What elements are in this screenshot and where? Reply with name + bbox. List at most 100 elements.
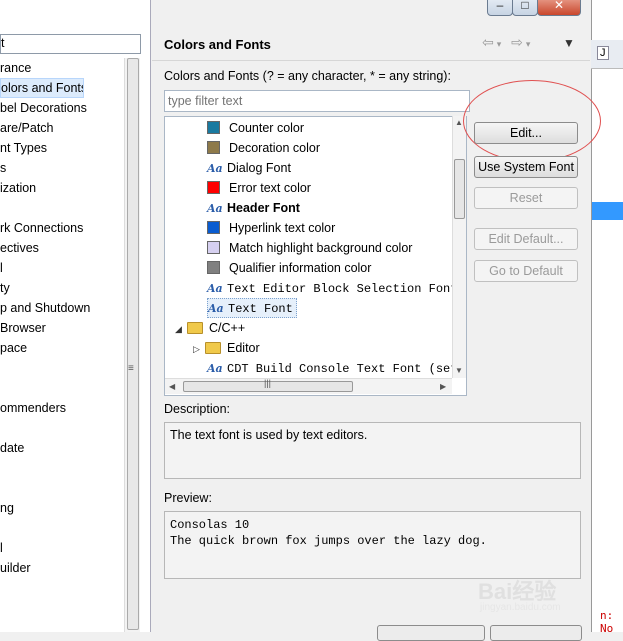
scroll-up-icon[interactable]: ▲	[455, 118, 463, 127]
preference-page-item[interactable]: date	[0, 438, 124, 458]
scrollbar-thumb[interactable]	[127, 58, 139, 630]
grip-icon: |||	[264, 378, 272, 388]
tree-item[interactable]: Decoration color	[207, 138, 320, 158]
tree-category[interactable]: ◢ C/C++	[175, 318, 245, 338]
preference-page-item[interactable]: are/Patch	[0, 118, 124, 138]
tree-item-label: Counter color	[229, 121, 305, 135]
highlight-ring	[463, 80, 601, 162]
font-icon: Aa	[207, 362, 223, 375]
grip-icon: ≡	[128, 363, 134, 374]
preference-page-item[interactable]	[0, 358, 124, 378]
edit-button[interactable]: Edit...	[474, 122, 578, 144]
preference-page-item[interactable]: ommenders	[0, 398, 124, 418]
preference-page-item[interactable]: l	[0, 538, 124, 558]
view-menu-icon[interactable]: ▼	[563, 36, 575, 50]
go-to-default-button[interactable]: Go to Default	[474, 260, 578, 282]
preference-page-item[interactable]: ng	[0, 498, 124, 518]
preference-page-item[interactable]	[0, 378, 124, 398]
preference-page-item[interactable]: Browser	[0, 318, 124, 338]
tree-item-label: Qualifier information color	[229, 261, 372, 275]
scrollbar-thumb[interactable]	[454, 159, 465, 219]
scroll-left-icon[interactable]: ◀	[169, 382, 175, 391]
tree-item[interactable]: Aa CDT Build Console Text Font (set	[207, 358, 457, 378]
preference-page-item[interactable]: nt Types	[0, 138, 124, 158]
preview-caption: Preview:	[164, 491, 212, 505]
tree-item[interactable]: Error text color	[207, 178, 311, 198]
chevron-down-icon[interactable]: ▾	[526, 39, 534, 49]
tree-horizontal-scrollbar[interactable]: ◀ ||| ▶	[165, 378, 452, 394]
minimize-button[interactable]: –	[487, 0, 513, 16]
preference-page-item[interactable]: p and Shutdown	[0, 298, 124, 318]
preference-page-item[interactable]: bel Decorations	[0, 98, 124, 118]
filter-caption: Colors and Fonts (? = any character, * =…	[164, 69, 451, 83]
preference-page-item[interactable]: rance	[0, 58, 124, 78]
maximize-button[interactable]: □	[512, 0, 538, 16]
tree-item[interactable]: Hyperlink text color	[207, 218, 335, 238]
scrollbar-thumb[interactable]: |||	[183, 378, 353, 392]
preview-font-name: Consolas 10	[170, 518, 250, 532]
preference-page-item[interactable]: l	[0, 258, 124, 278]
tree-item[interactable]: Aa Text Font	[207, 298, 297, 318]
preference-page-item[interactable]: rk Connections	[0, 218, 124, 238]
color-swatch-icon	[207, 181, 220, 195]
preference-page-item[interactable]	[0, 518, 124, 538]
collapsed-twisty-icon[interactable]: ▷	[193, 339, 203, 359]
preference-page-item[interactable]	[0, 478, 124, 498]
tree-item[interactable]: Aa Header Font	[207, 198, 300, 218]
background-toolbar-label: J	[597, 46, 609, 60]
scroll-down-icon[interactable]: ▼	[455, 366, 463, 375]
color-swatch-icon	[207, 221, 220, 235]
restore-defaults-button[interactable]	[490, 625, 582, 641]
reset-button[interactable]: Reset	[474, 187, 578, 209]
preference-page-item[interactable]: uilder	[0, 558, 124, 578]
header-separator	[152, 60, 590, 61]
preview-sample-text: The quick brown fox jumps over the lazy …	[170, 534, 487, 548]
preferences-tree-scrollbar[interactable]: ≡	[124, 58, 140, 632]
preference-page-item[interactable]	[0, 418, 124, 438]
use-system-font-button[interactable]: Use System Font	[474, 156, 578, 178]
tree-item-label: Dialog Font	[227, 161, 291, 175]
background-toolbar: J	[591, 40, 623, 69]
preference-page-item[interactable]	[0, 198, 124, 218]
close-button[interactable]: ✕	[537, 0, 581, 16]
preference-page-item[interactable]: ectives	[0, 238, 124, 258]
window-controls: – □ ✕	[487, 0, 587, 16]
back-arrow-icon[interactable]: ⇦	[482, 34, 497, 50]
page-title: Colors and Fonts	[164, 37, 271, 52]
tree-item[interactable]: Counter color	[207, 118, 304, 138]
tree-item[interactable]: Aa Dialog Font	[207, 158, 291, 178]
preference-page-item[interactable]: ization	[0, 178, 124, 198]
folder-icon	[187, 321, 203, 334]
scroll-right-icon[interactable]: ▶	[440, 382, 446, 391]
background-console-text: n: No	[600, 609, 614, 635]
font-icon: Aa	[208, 302, 224, 315]
preference-page-item[interactable]: pace	[0, 338, 124, 358]
preference-page-item[interactable]: s	[0, 158, 124, 178]
expanded-twisty-icon[interactable]: ◢	[175, 319, 185, 339]
background-selection	[592, 202, 623, 220]
font-icon: Aa	[207, 202, 223, 215]
filter-text-fragment: t	[1, 36, 5, 50]
chevron-down-icon[interactable]: ▾	[497, 39, 505, 49]
tree-item[interactable]: Qualifier information color	[207, 258, 371, 278]
tree-item-label: C/C++	[209, 321, 246, 335]
preference-page-item[interactable]	[0, 458, 124, 478]
apply-button[interactable]	[377, 625, 485, 641]
tree-category[interactable]: ▷ Editor	[193, 338, 260, 358]
colors-fonts-tree: Counter color Decoration color Aa Dialog Fo…	[164, 116, 467, 396]
history-nav: ⇦▾ ⇨▾	[482, 34, 533, 51]
preference-page-item[interactable]: olors and Fonts	[0, 78, 84, 98]
color-swatch-icon	[207, 121, 220, 135]
description-text: The text font is used by text editors.	[170, 428, 368, 442]
edit-default-button[interactable]: Edit Default...	[474, 228, 578, 250]
search-input[interactable]	[164, 90, 470, 112]
tree-item-label: Text Font	[228, 302, 293, 316]
tree-vertical-scrollbar[interactable]: ▲ ▼	[452, 116, 466, 378]
preference-page-item[interactable]: ty	[0, 278, 124, 298]
tree-item[interactable]: Match highlight background color	[207, 238, 412, 258]
preferences-filter-input[interactable]: t	[0, 34, 141, 54]
forward-arrow-icon[interactable]: ⇨	[511, 34, 526, 50]
tree-item-label: Text Editor Block Selection Font	[227, 282, 458, 296]
preview-box: Consolas 10 The quick brown fox jumps ov…	[164, 511, 581, 579]
tree-item[interactable]: Aa Text Editor Block Selection Font	[207, 278, 457, 298]
